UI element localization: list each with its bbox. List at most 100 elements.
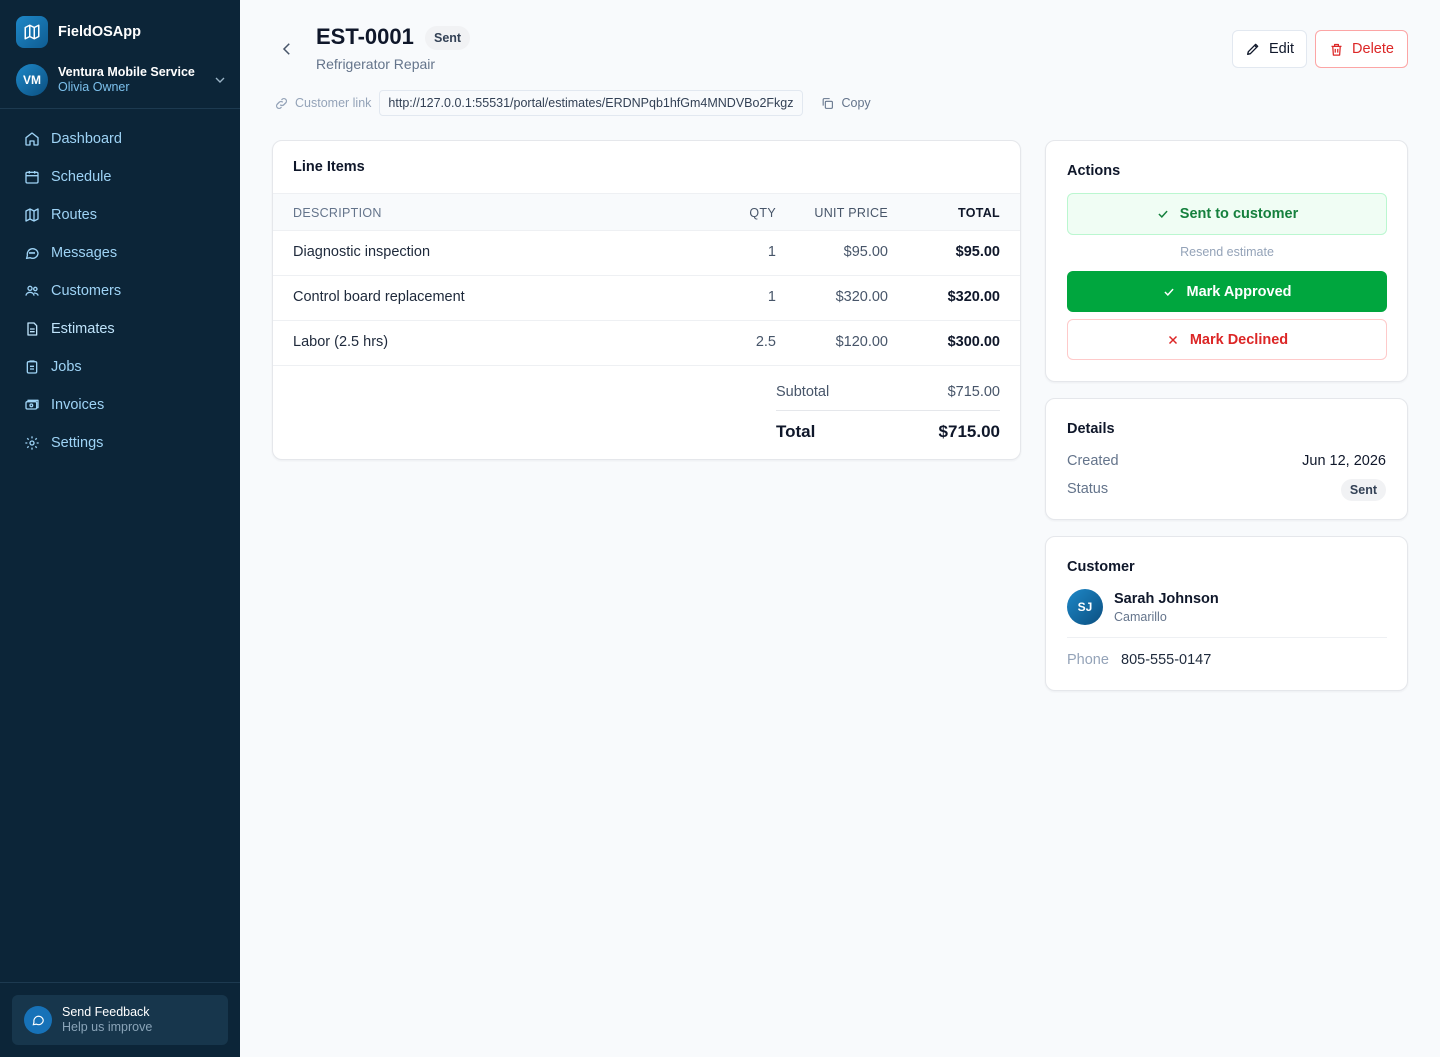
- message-icon: [25, 248, 39, 260]
- table-row: Labor (2.5 hrs) 2.5 $120.00 $300.00: [273, 321, 1020, 366]
- actions-title: Actions: [1067, 163, 1121, 179]
- nav-item-customers[interactable]: Customers: [12, 272, 228, 310]
- item-description: Control board replacement: [293, 289, 465, 305]
- sent-to-customer-status: Sent to customer: [1067, 193, 1387, 235]
- document-icon: [27, 322, 38, 336]
- customer-name[interactable]: Sarah Johnson: [1114, 591, 1219, 607]
- copy-label: Copy: [841, 96, 871, 110]
- decline-label: Mark Declined: [1189, 331, 1289, 348]
- trash-icon: [1331, 43, 1342, 56]
- phone-label: Phone: [1067, 652, 1109, 668]
- sidebar-bottom-divider: [0, 982, 240, 983]
- total-label: Total: [776, 422, 816, 441]
- totals-divider: [776, 410, 1000, 411]
- map-logo-icon: [16, 16, 48, 48]
- org-name: Ventura Mobile Service: [58, 65, 195, 79]
- details-card: Details Created Jun 12, 2026 Status Sent: [1045, 398, 1408, 520]
- sidebar: FieldOSApp VM Ventura Mobile Service Oli…: [0, 0, 240, 1057]
- nav-label: Messages: [51, 245, 118, 261]
- users-icon: [25, 285, 39, 296]
- item-unit-price: $95.00: [843, 244, 888, 260]
- created-value: Jun 12, 2026: [1302, 453, 1386, 469]
- copy-icon: [822, 97, 833, 109]
- item-qty: 1: [767, 289, 776, 305]
- brand[interactable]: FieldOSApp: [16, 16, 141, 48]
- item-qty: 2.5: [755, 334, 776, 350]
- resend-estimate-link[interactable]: Resend estimate: [1067, 245, 1387, 259]
- nav-item-estimates[interactable]: Estimates: [12, 310, 228, 348]
- subtotal-label: Subtotal: [776, 384, 830, 400]
- chevron-down-icon: [215, 77, 225, 83]
- calendar-icon: [25, 171, 39, 184]
- nav-label: Invoices: [51, 397, 105, 413]
- subtotal-value: $715.00: [947, 384, 1000, 400]
- item-unit-price: $320.00: [835, 289, 888, 305]
- line-items-title: Line Items: [293, 159, 365, 175]
- invoice-icon: [25, 399, 39, 410]
- customer-title: Customer: [1067, 559, 1135, 575]
- pencil-icon: [1247, 43, 1259, 55]
- created-label: Created: [1067, 453, 1119, 469]
- table-row: Diagnostic inspection 1 $95.00 $95.00: [273, 231, 1020, 276]
- copy-link-button[interactable]: Copy: [821, 96, 871, 110]
- home-icon: [25, 132, 39, 146]
- item-qty: 1: [767, 244, 776, 260]
- edit-button[interactable]: Edit: [1232, 30, 1307, 68]
- nav-item-routes[interactable]: Routes: [12, 196, 228, 234]
- nav-label: Customers: [51, 283, 122, 299]
- details-title: Details: [1067, 421, 1115, 437]
- chevron-left-icon: [282, 43, 290, 55]
- nav-item-jobs[interactable]: Jobs: [12, 348, 228, 386]
- sidebar-divider: [0, 108, 240, 109]
- nav-label: Dashboard: [51, 131, 122, 147]
- nav-item-invoices[interactable]: Invoices: [12, 386, 228, 424]
- nav-label: Estimates: [51, 321, 115, 337]
- nav-label: Settings: [51, 435, 104, 451]
- mark-declined-button[interactable]: Mark Declined: [1067, 319, 1387, 360]
- gear-icon: [25, 436, 39, 450]
- map-icon: [25, 208, 39, 222]
- table-header: DESCRIPTION QTY UNIT PRICE TOTAL: [273, 193, 1020, 231]
- clipboard-icon: [26, 360, 38, 374]
- phone-value[interactable]: 805-555-0147: [1121, 652, 1211, 668]
- customer-city: Camarillo: [1114, 610, 1167, 624]
- org-avatar: VM: [16, 64, 48, 96]
- feedback-title: Send Feedback: [62, 1005, 150, 1019]
- page-title: EST-0001: [316, 24, 414, 49]
- estimate-subtitle: Refrigerator Repair: [316, 56, 436, 72]
- check-icon: [1164, 288, 1175, 296]
- customer-link-label: Customer link: [295, 96, 372, 110]
- customer-link-url[interactable]: http://127.0.0.1:55531/portal/estimates/…: [379, 90, 803, 116]
- org-user: Olivia Owner: [58, 80, 130, 94]
- send-feedback-button[interactable]: Send Feedback Help us improve: [12, 995, 228, 1045]
- back-button[interactable]: [276, 38, 298, 60]
- column-qty: QTY: [749, 206, 776, 220]
- nav-label: Schedule: [51, 169, 112, 185]
- nav-label: Routes: [51, 207, 97, 223]
- nav-item-schedule[interactable]: Schedule: [12, 158, 228, 196]
- mark-approved-button[interactable]: Mark Approved: [1067, 271, 1387, 312]
- column-description: DESCRIPTION: [293, 206, 382, 220]
- item-total: $320.00: [947, 289, 1000, 305]
- sent-label: Sent to customer: [1179, 206, 1299, 222]
- app-name: FieldOSApp: [58, 24, 141, 40]
- item-total: $300.00: [947, 334, 1000, 350]
- total-value: $715.00: [938, 422, 1000, 441]
- actions-card: Actions Sent to customer Resend estimate…: [1045, 140, 1408, 382]
- customer-link-row: Customer link http://127.0.0.1:55531/por…: [274, 90, 871, 116]
- org-switcher[interactable]: VM Ventura Mobile Service Olivia Owner: [16, 64, 228, 96]
- status-badge: Sent: [425, 26, 471, 50]
- item-total: $95.00: [955, 244, 1000, 260]
- customer-card: Customer SJ Sarah Johnson Camarillo Phon…: [1045, 536, 1408, 691]
- main-nav: Dashboard Schedule Routes Messages Custo…: [12, 120, 228, 462]
- check-icon: [1158, 210, 1168, 218]
- nav-item-messages[interactable]: Messages: [12, 234, 228, 272]
- nav-item-settings[interactable]: Settings: [12, 424, 228, 462]
- line-items-card: Line Items DESCRIPTION QTY UNIT PRICE TO…: [272, 140, 1021, 460]
- item-description: Labor (2.5 hrs): [293, 334, 389, 350]
- nav-item-dashboard[interactable]: Dashboard: [12, 120, 228, 158]
- delete-button[interactable]: Delete: [1315, 30, 1408, 68]
- link-icon: [276, 97, 287, 109]
- status-badge: Sent: [1340, 479, 1386, 501]
- avatar: SJ: [1067, 589, 1103, 625]
